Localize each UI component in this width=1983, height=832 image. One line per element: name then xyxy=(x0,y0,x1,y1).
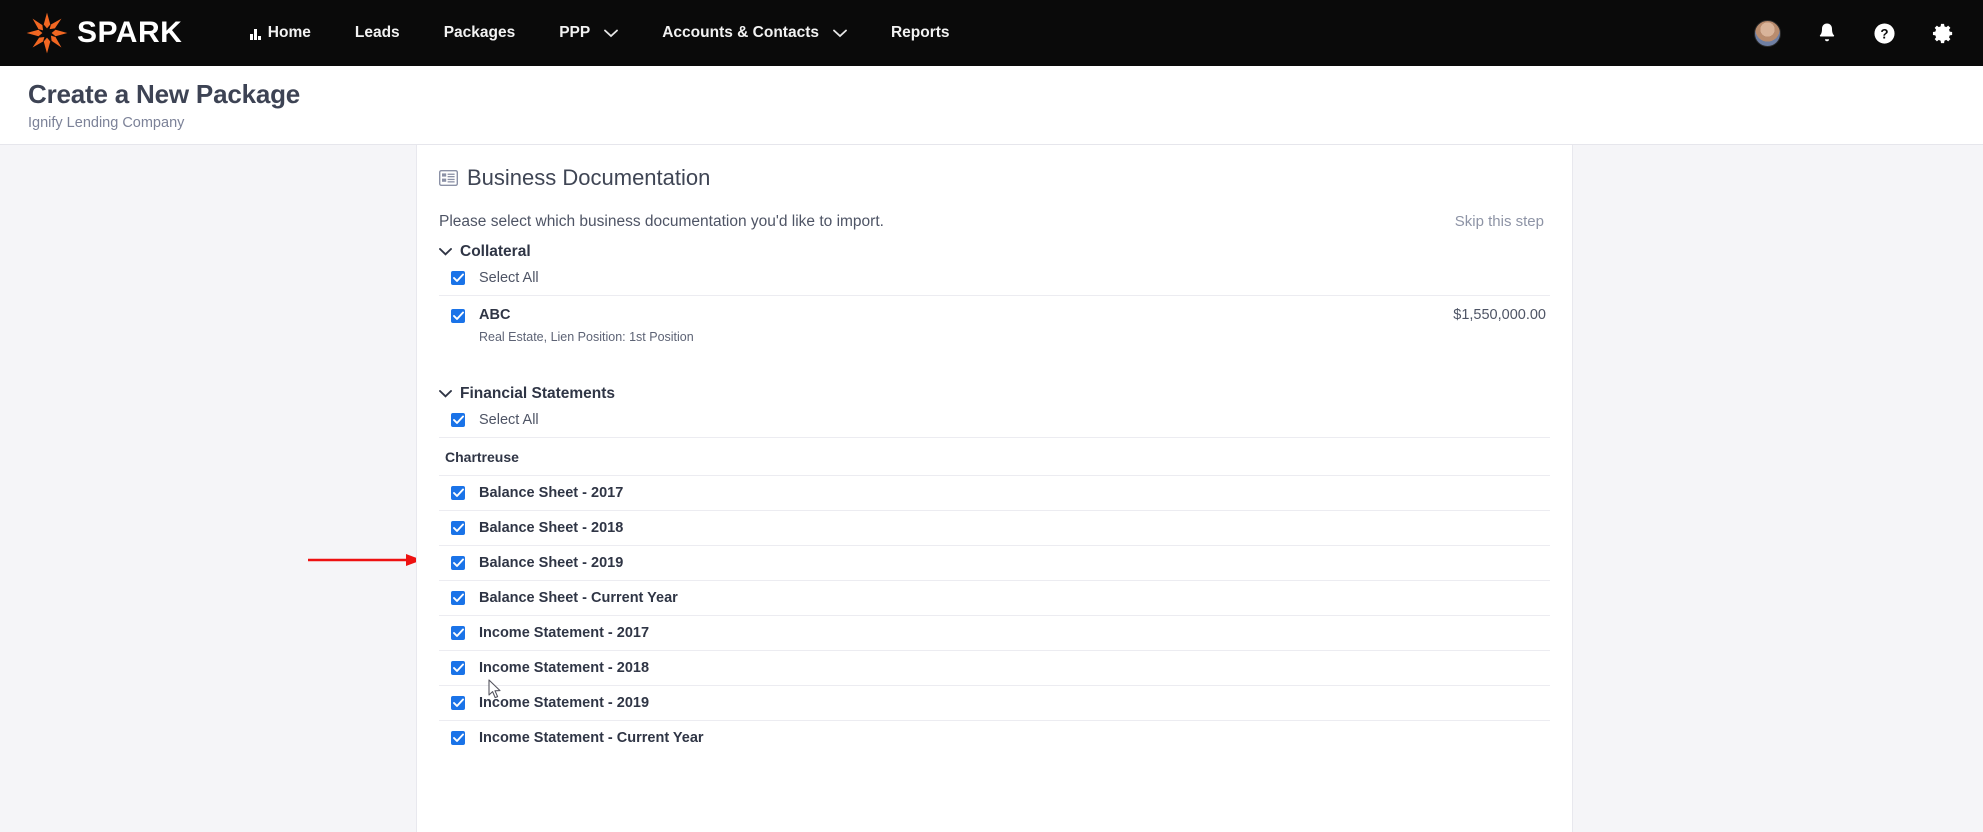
nav-item-home-label: Home xyxy=(267,24,311,41)
collateral-select-all-label: Select All xyxy=(479,270,539,286)
card-intro-row: Please select which business documentati… xyxy=(439,213,1550,231)
help-icon[interactable]: ? xyxy=(1873,22,1896,45)
navbar-right-actions: ? xyxy=(1754,0,1955,66)
checkmark-icon xyxy=(452,663,464,672)
card-header: Business Documentation xyxy=(439,159,1550,195)
mouse-cursor xyxy=(488,679,501,699)
analytics-bars-icon xyxy=(250,27,261,40)
nav-item-packages[interactable]: Packages xyxy=(422,0,538,66)
business-documentation-card: Business Documentation Please select whi… xyxy=(416,145,1573,832)
collateral-item-detail: Real Estate, Lien Position: 1st Position xyxy=(479,329,694,344)
checkmark-icon xyxy=(452,558,464,567)
svg-text:?: ? xyxy=(1880,26,1888,41)
skip-this-step-link[interactable]: Skip this step xyxy=(1455,213,1550,230)
financial-doc-label: Balance Sheet - 2017 xyxy=(479,484,624,501)
user-avatar[interactable] xyxy=(1754,19,1781,47)
nav-item-accounts-contacts[interactable]: Accounts & Contacts xyxy=(640,0,869,66)
collateral-item-row[interactable]: ABC Real Estate, Lien Position: 1st Posi… xyxy=(439,295,1550,355)
checkmark-icon xyxy=(452,311,464,320)
financial-doc-label: Balance Sheet - 2018 xyxy=(479,519,624,536)
bell-icon[interactable] xyxy=(1817,22,1837,44)
financial-doc-label: Balance Sheet - Current Year xyxy=(479,589,678,606)
financial-doc-row[interactable]: Balance Sheet - 2019 xyxy=(439,544,1550,580)
collateral-select-all-row[interactable]: Select All xyxy=(439,261,1550,295)
collateral-item-checkbox[interactable] xyxy=(451,309,465,323)
nav-links: Home Leads Packages PPP Accounts & Conta… xyxy=(228,0,971,66)
checkmark-icon xyxy=(452,273,464,282)
group-header-collateral[interactable]: Collateral xyxy=(439,243,1550,261)
page-header: Create a New Package Ignify Lending Comp… xyxy=(0,66,1983,145)
collateral-item-amount: $1,550,000.00 xyxy=(1453,307,1546,323)
financial-doc-label: Income Statement - 2018 xyxy=(479,659,650,676)
financial-doc-checkbox[interactable] xyxy=(451,590,465,605)
top-navbar: SPARK Home Leads Packages PPP Accounts &… xyxy=(0,0,1983,66)
financial-doc-label: Income Statement - 2017 xyxy=(479,624,650,641)
subgroup-header-chartreuse: Chartreuse xyxy=(439,436,1550,475)
checkmark-icon xyxy=(452,698,464,707)
financial-doc-label: Income Statement - 2019 xyxy=(479,694,650,711)
checkmark-icon xyxy=(452,628,464,637)
nav-item-ppp[interactable]: PPP xyxy=(537,0,640,66)
financial-select-all-checkbox[interactable] xyxy=(451,412,465,427)
instruction-text: Please select which business documentati… xyxy=(439,213,884,230)
page-title: Create a New Package xyxy=(28,79,301,109)
nav-item-home[interactable]: Home xyxy=(228,0,333,66)
group-header-financial-statements[interactable]: Financial Statements xyxy=(439,385,1550,403)
collateral-select-all-checkbox[interactable] xyxy=(451,271,465,285)
financial-doc-checkbox[interactable] xyxy=(451,625,465,640)
page-subtitle: Ignify Lending Company xyxy=(28,115,185,131)
brand-name: SPARK xyxy=(77,16,183,49)
collateral-item-name: ABC xyxy=(479,307,511,323)
financial-doc-label: Income Statement - Current Year xyxy=(479,729,704,746)
financial-doc-row[interactable]: Balance Sheet - 2018 xyxy=(439,509,1550,545)
card-title: Business Documentation xyxy=(467,165,711,190)
financial-doc-row[interactable]: Income Statement - 2017 xyxy=(439,614,1550,650)
nav-item-accounts-contacts-label: Accounts & Contacts xyxy=(662,24,819,41)
financial-doc-label: Balance Sheet - 2019 xyxy=(479,554,624,571)
financial-doc-row[interactable]: Income Statement - 2019 xyxy=(439,684,1550,720)
brand-logo[interactable]: SPARK xyxy=(26,12,182,54)
chevron-down-icon xyxy=(439,389,452,398)
checkmark-icon xyxy=(452,593,464,602)
financial-select-all-row[interactable]: Select All xyxy=(439,403,1550,437)
financial-doc-checkbox[interactable] xyxy=(451,730,465,745)
group-label-collateral: Collateral xyxy=(460,243,531,260)
financial-doc-checkbox[interactable] xyxy=(451,695,465,710)
financial-doc-row[interactable]: Income Statement - Current Year xyxy=(439,719,1550,755)
financial-doc-checkbox[interactable] xyxy=(451,485,465,500)
checkmark-icon xyxy=(452,415,464,424)
financial-doc-row[interactable]: Income Statement - 2018 xyxy=(439,649,1550,685)
nav-item-reports-label: Reports xyxy=(890,24,950,41)
page-body: Business Documentation Please select whi… xyxy=(0,145,1983,832)
financial-doc-row[interactable]: Balance Sheet - Current Year xyxy=(439,579,1550,615)
group-label-financial-statements: Financial Statements xyxy=(460,384,616,402)
financial-select-all-label: Select All xyxy=(479,411,539,428)
financial-doc-checkbox[interactable] xyxy=(451,660,465,675)
nav-item-ppp-label: PPP xyxy=(559,24,591,41)
nav-item-leads-label: Leads xyxy=(354,24,400,41)
chevron-down-icon xyxy=(604,29,619,37)
nav-item-leads[interactable]: Leads xyxy=(333,0,422,66)
spark-starburst-icon xyxy=(26,12,68,54)
chevron-down-icon xyxy=(833,29,847,37)
document-list-icon xyxy=(439,170,458,186)
nav-item-reports[interactable]: Reports xyxy=(869,0,972,66)
financial-doc-row[interactable]: Balance Sheet - 2017 xyxy=(439,474,1550,510)
gear-icon[interactable] xyxy=(1932,22,1955,45)
nav-item-packages-label: Packages xyxy=(443,24,516,41)
chevron-down-icon xyxy=(439,248,452,256)
financial-doc-checkbox[interactable] xyxy=(451,555,465,570)
checkmark-icon xyxy=(452,523,464,532)
collateral-item-main: ABC Real Estate, Lien Position: 1st Posi… xyxy=(479,307,1439,344)
financial-doc-checkbox[interactable] xyxy=(451,520,465,535)
checkmark-icon xyxy=(452,733,464,742)
checkmark-icon xyxy=(452,488,464,497)
annotation-arrow-icon xyxy=(308,554,422,566)
